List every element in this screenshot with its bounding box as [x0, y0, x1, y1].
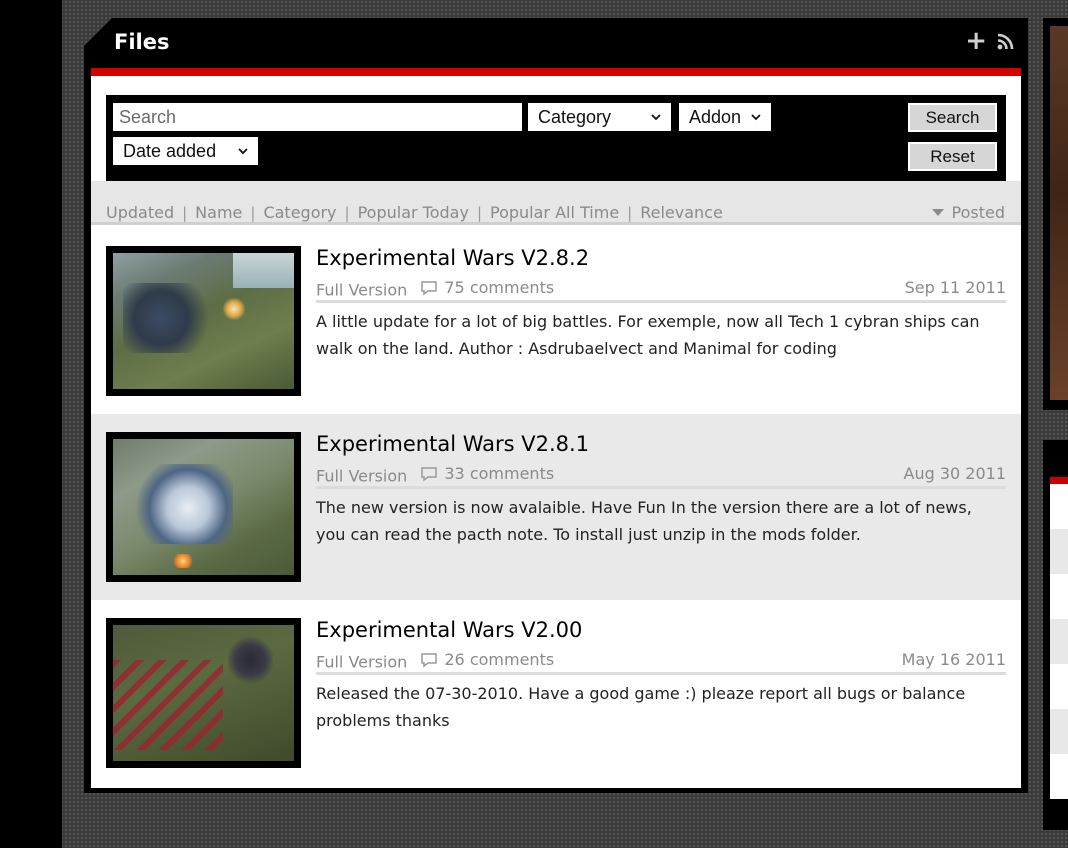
- sort-popular-today-link[interactable]: Popular Today: [358, 203, 469, 222]
- file-screenshot: [113, 625, 294, 761]
- side-accent-bar: [1050, 477, 1068, 484]
- sort-select-value: Date added: [123, 140, 217, 161]
- file-comments-link[interactable]: 75 comments: [420, 278, 554, 297]
- side-image[interactable]: [1050, 26, 1068, 400]
- separator: |: [476, 203, 483, 222]
- separator: |: [250, 203, 256, 222]
- file-date: Sep 11 2011: [904, 278, 1006, 297]
- file-meta: Full Version 75 comments Sep 11 2011: [316, 278, 1006, 303]
- search-input[interactable]: [113, 103, 522, 131]
- file-comments-count: 33 comments: [444, 464, 555, 483]
- sort-select[interactable]: Date added: [113, 137, 258, 165]
- file-comments-count: 26 comments: [444, 650, 555, 669]
- search-button[interactable]: Search: [908, 103, 997, 132]
- file-meta: Full Version 33 comments Aug 30 2011: [316, 464, 1006, 489]
- addon-select[interactable]: Addon: [679, 103, 771, 131]
- file-title[interactable]: Experimental Wars V2.00: [316, 618, 582, 642]
- category-select[interactable]: Category: [528, 103, 671, 131]
- left-page-margin: [0, 0, 62, 848]
- chevron-down-icon: [238, 148, 248, 155]
- reset-button[interactable]: Reset: [908, 142, 997, 171]
- chevron-down-icon: [751, 114, 761, 121]
- separator: |: [627, 203, 633, 222]
- sort-name-link[interactable]: Name: [195, 203, 242, 222]
- file-title[interactable]: Experimental Wars V2.8.1: [316, 432, 589, 456]
- sort-category-link[interactable]: Category: [263, 203, 336, 222]
- side-list-item[interactable]: [1050, 574, 1068, 619]
- side-list-item[interactable]: [1050, 619, 1068, 664]
- file-category[interactable]: Full Version: [316, 653, 407, 672]
- sort-links: Updated | Name | Category | Popular Toda…: [106, 203, 723, 222]
- file-comments-link[interactable]: 26 comments: [420, 650, 554, 669]
- file-category[interactable]: Full Version: [316, 281, 407, 300]
- separator: |: [182, 203, 188, 222]
- file-summary: A little update for a lot of big battles…: [316, 312, 980, 358]
- file-date: May 16 2011: [901, 650, 1006, 669]
- right-side-panel: [1043, 18, 1068, 410]
- right-side-list-panel: [1043, 440, 1068, 830]
- list-item: Experimental Wars V2.8.2 Full Version 75…: [91, 228, 1021, 414]
- sort-popular-all-time-link[interactable]: Popular All Time: [490, 203, 619, 222]
- file-screenshot: [113, 253, 294, 389]
- comment-bubble-icon: [421, 652, 438, 667]
- sort-posted-label: Posted: [951, 203, 1005, 222]
- file-title[interactable]: Experimental Wars V2.8.2: [316, 246, 589, 270]
- sort-posted-link[interactable]: Posted: [931, 203, 1005, 222]
- file-summary: Released the 07-30-2010. Have a good gam…: [316, 684, 966, 730]
- sort-updated-link[interactable]: Updated: [106, 203, 174, 222]
- list-item: Experimental Wars V2.00 Full Version 26 …: [91, 600, 1021, 786]
- separator: |: [344, 203, 350, 222]
- rss-icon[interactable]: [997, 33, 1014, 50]
- file-date: Aug 30 2011: [903, 464, 1007, 483]
- list-item: Experimental Wars V2.8.1 Full Version 33…: [91, 414, 1021, 600]
- panel-header-actions: +: [965, 28, 1014, 54]
- panel-title: Files: [114, 30, 170, 54]
- file-thumbnail[interactable]: [106, 618, 301, 768]
- file-summary: The new version is now avalaible. Have F…: [316, 498, 972, 544]
- side-list: [1050, 484, 1068, 799]
- file-comments-count: 75 comments: [444, 278, 555, 297]
- side-list-item[interactable]: [1050, 529, 1068, 574]
- chevron-down-icon: [651, 114, 661, 121]
- file-screenshot: [113, 439, 294, 575]
- sort-bar: Updated | Name | Category | Popular Toda…: [91, 181, 1021, 225]
- side-list-item[interactable]: [1050, 709, 1068, 754]
- comment-bubble-icon: [421, 280, 438, 295]
- addon-select-value: Addon: [689, 106, 742, 127]
- category-select-value: Category: [538, 106, 612, 127]
- comment-bubble-icon: [421, 466, 438, 481]
- plus-icon[interactable]: +: [965, 28, 987, 54]
- side-list-item[interactable]: [1050, 754, 1068, 799]
- panel-content: Category Addon Date added Search Reset U…: [91, 76, 1021, 788]
- panel-accent-bar: [91, 68, 1021, 76]
- file-meta: Full Version 26 comments May 16 2011: [316, 650, 1006, 675]
- files-panel: Files + Category Addon Date added Search: [84, 18, 1028, 793]
- file-category[interactable]: Full Version: [316, 467, 407, 486]
- filter-form: Category Addon Date added Search Reset: [106, 95, 1006, 181]
- file-thumbnail[interactable]: [106, 246, 301, 396]
- sort-relevance-link[interactable]: Relevance: [640, 203, 723, 222]
- file-thumbnail[interactable]: [106, 432, 301, 582]
- side-list-item[interactable]: [1050, 484, 1068, 529]
- side-list-item[interactable]: [1050, 664, 1068, 709]
- sort-descending-icon: [931, 209, 944, 216]
- file-comments-link[interactable]: 33 comments: [420, 464, 554, 483]
